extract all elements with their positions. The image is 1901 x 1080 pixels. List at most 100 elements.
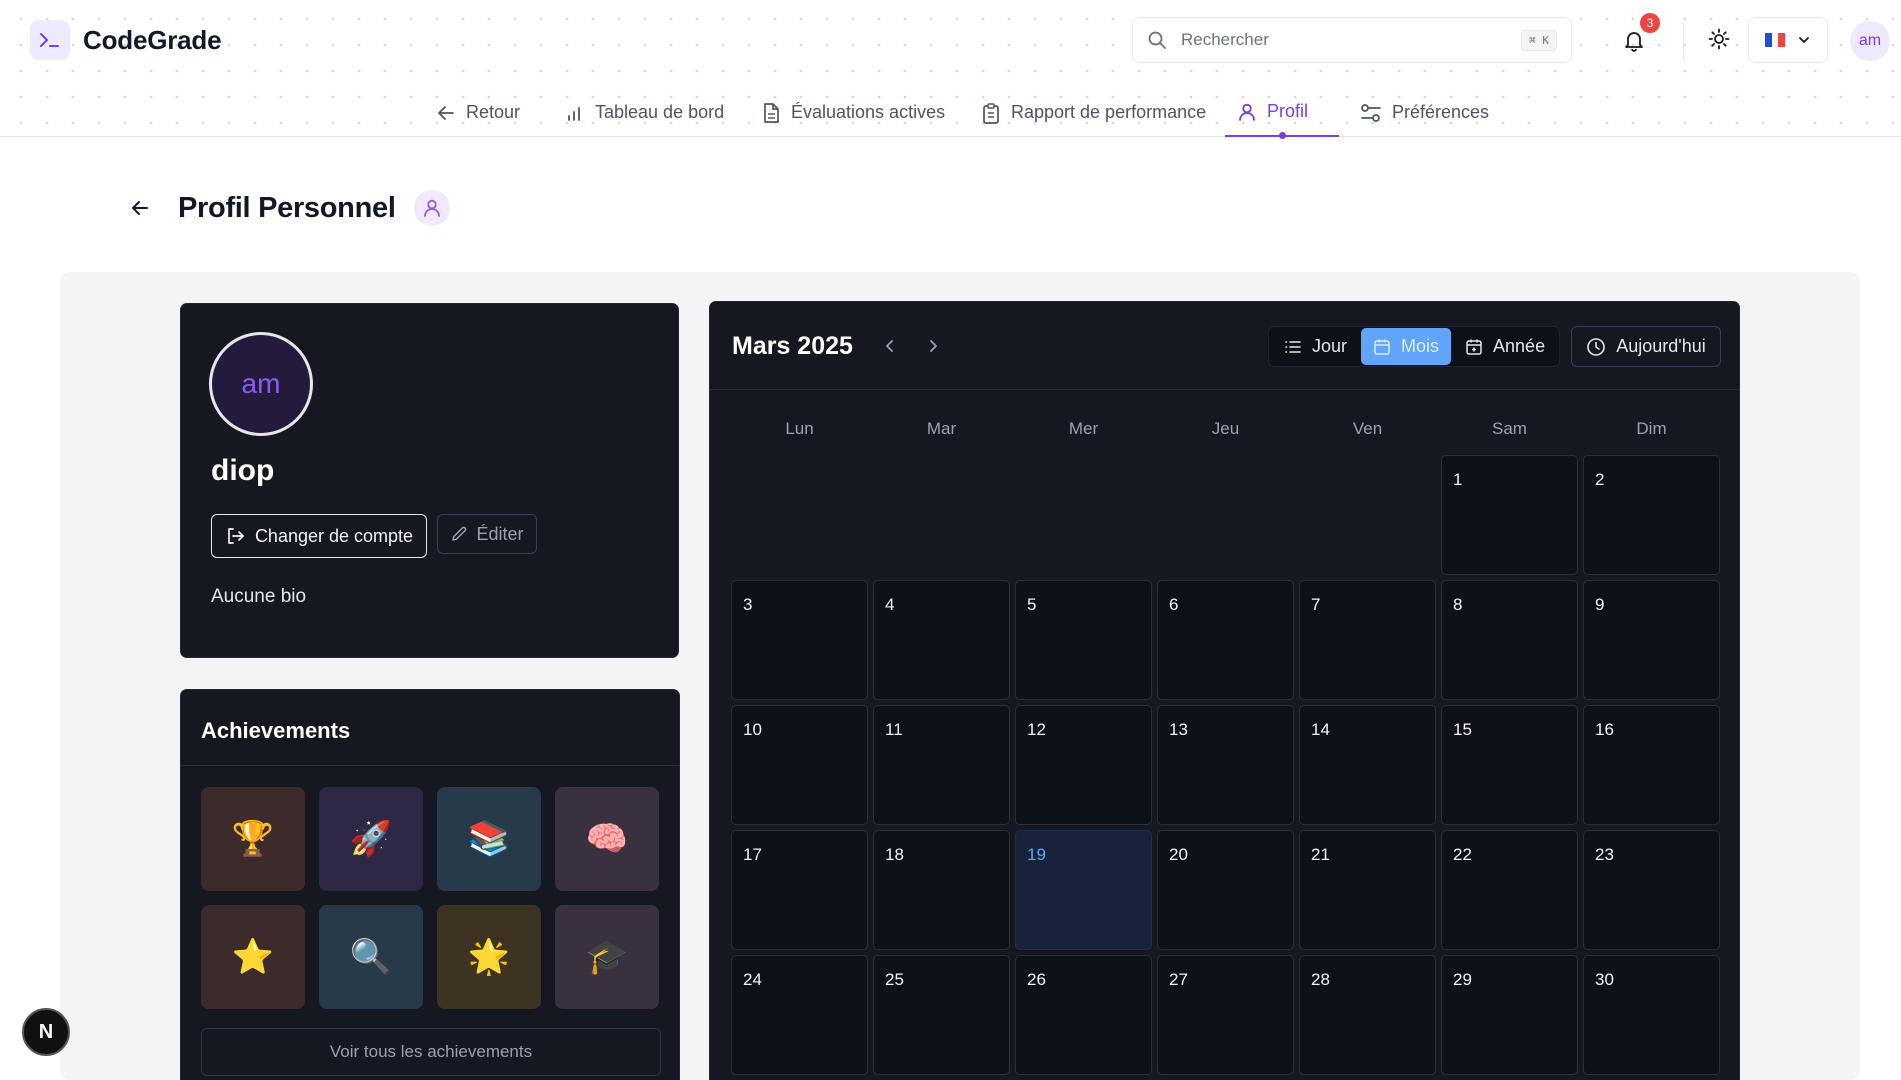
day-number: 15 (1453, 720, 1472, 739)
view-all-achievements-button[interactable]: Voir tous les achievements (201, 1028, 661, 1076)
calendar-day[interactable]: 12 (1015, 705, 1152, 825)
calendar-day[interactable]: 13 (1157, 705, 1294, 825)
calendar-day[interactable]: 29 (1441, 955, 1578, 1075)
day-number: 7 (1311, 595, 1321, 614)
nav-back[interactable]: Retour (424, 88, 532, 137)
calendar-day[interactable]: 23 (1583, 830, 1720, 950)
calendar-day[interactable]: 11 (873, 705, 1010, 825)
nav-label: Rapport de performance (1011, 102, 1207, 122)
document-icon (761, 102, 781, 124)
edit-profile-button[interactable]: Éditer (437, 514, 537, 554)
language-selector[interactable] (1748, 17, 1828, 63)
nav-performance-report[interactable]: Rapport de performance (969, 88, 1218, 137)
nav-dashboard[interactable]: Tableau de bord (553, 88, 736, 137)
user-icon (413, 190, 450, 226)
sliders-icon (1360, 103, 1382, 123)
next-badge[interactable]: N (22, 1008, 70, 1056)
calendar-day[interactable]: 25 (873, 955, 1010, 1075)
today-button[interactable]: Aujourd'hui (1571, 326, 1721, 367)
profile-card: am diop Changer de compte Éditer Aucune … (180, 303, 679, 658)
header-divider (1683, 22, 1684, 60)
view-year-button[interactable]: Année (1453, 328, 1557, 365)
day-number: 17 (743, 845, 762, 864)
calendar-day[interactable]: 14 (1299, 705, 1436, 825)
switch-account-label: Changer de compte (254, 525, 414, 546)
achievements-card: Achievements 🏆 🚀 📚 🧠 ⭐ 🔍 🌟 🎓 Voir tous les achi… (180, 689, 680, 1080)
magnifier-icon[interactable]: 🔍 (319, 905, 423, 1009)
calendar-day[interactable]: 9 (1583, 580, 1720, 700)
chevron-right-icon[interactable] (923, 336, 943, 356)
day-number: 8 (1453, 595, 1463, 614)
view-month-button[interactable]: Mois (1361, 328, 1452, 365)
back-arrow-icon[interactable] (130, 198, 150, 218)
user-avatar[interactable]: am (1850, 21, 1890, 61)
sun-icon[interactable] (1708, 28, 1732, 52)
nav-profile[interactable]: Profil (1225, 88, 1339, 139)
rocket-icon[interactable]: 🚀 (319, 787, 423, 891)
france-flag-icon (1765, 33, 1786, 47)
sparkle-icon[interactable]: 🌟 (437, 905, 541, 1009)
calendar-day[interactable]: 27 (1157, 955, 1294, 1075)
active-indicator (1278, 132, 1286, 139)
calendar-day[interactable]: 30 (1583, 955, 1720, 1075)
calendar-day[interactable]: 2 (1583, 455, 1720, 575)
calendar-day[interactable]: 4 (873, 580, 1010, 700)
graduation-cap-icon[interactable]: 🎓 (555, 905, 659, 1009)
calendar-day[interactable]: 15 (1441, 705, 1578, 825)
calendar-icon (1373, 338, 1391, 356)
calendar-day[interactable]: 18 (873, 830, 1010, 950)
user-icon (1237, 102, 1257, 122)
calendar-day[interactable]: 7 (1299, 580, 1436, 700)
day-number: 18 (885, 845, 904, 864)
calendar-month-label: Mars 2025 (732, 332, 853, 360)
day-number: 3 (743, 595, 753, 614)
star-icon[interactable]: ⭐ (201, 905, 305, 1009)
list-icon (1284, 338, 1302, 356)
calendar-empty-cell (1157, 455, 1294, 575)
calendar-day[interactable]: 22 (1441, 830, 1578, 950)
day-number: 1 (1453, 470, 1463, 489)
day-number: 29 (1453, 970, 1472, 989)
calendar-day[interactable]: 3 (731, 580, 868, 700)
calendar-divider (710, 389, 1739, 390)
app-logo[interactable]: CodeGrade (30, 20, 222, 60)
day-number: 12 (1027, 720, 1046, 739)
nav-label: Retour (466, 102, 521, 122)
search-input[interactable]: Rechercher ⌘ K (1132, 17, 1572, 63)
bell-icon[interactable] (1622, 28, 1648, 54)
day-number: 27 (1169, 970, 1188, 989)
calendar-day[interactable]: 26 (1015, 955, 1152, 1075)
brain-icon[interactable]: 🧠 (555, 787, 659, 891)
edit-label: Éditer (476, 523, 524, 544)
calendar-day[interactable]: 20 (1157, 830, 1294, 950)
nav-active-evaluations[interactable]: Évaluations actives (749, 88, 957, 137)
switch-account-button[interactable]: Changer de compte (211, 514, 427, 558)
day-number: 14 (1311, 720, 1330, 739)
calendar-plus-icon (1465, 338, 1483, 356)
books-icon[interactable]: 📚 (437, 787, 541, 891)
calendar-day[interactable]: 28 (1299, 955, 1436, 1075)
calendar-day[interactable]: 24 (731, 955, 868, 1075)
calendar-day[interactable]: 17 (731, 830, 868, 950)
calendar-day[interactable]: 16 (1583, 705, 1720, 825)
trophy-icon[interactable]: 🏆 (201, 787, 305, 891)
calendar-day[interactable]: 1 (1441, 455, 1578, 575)
calendar-day[interactable]: 10 (731, 705, 868, 825)
day-number: 26 (1027, 970, 1046, 989)
view-day-button[interactable]: Jour (1272, 328, 1359, 365)
calendar-day-today[interactable]: 19 (1015, 830, 1152, 950)
chevron-left-icon[interactable] (880, 336, 900, 356)
calendar-day[interactable]: 5 (1015, 580, 1152, 700)
calendar-day[interactable]: 6 (1157, 580, 1294, 700)
calendar-day[interactable]: 21 (1299, 830, 1436, 950)
logout-icon (225, 526, 245, 546)
day-number: 5 (1027, 595, 1037, 614)
calendar-empty-cell (731, 455, 868, 575)
day-number: 20 (1169, 845, 1188, 864)
calendar-day[interactable]: 8 (1441, 580, 1578, 700)
nav-preferences[interactable]: Préférences (1348, 88, 1501, 137)
weekday-label: Lun (785, 419, 814, 438)
nav-label: Préférences (1392, 102, 1490, 122)
calendar-empty-cell (1015, 455, 1152, 575)
achievements-divider (181, 765, 679, 766)
